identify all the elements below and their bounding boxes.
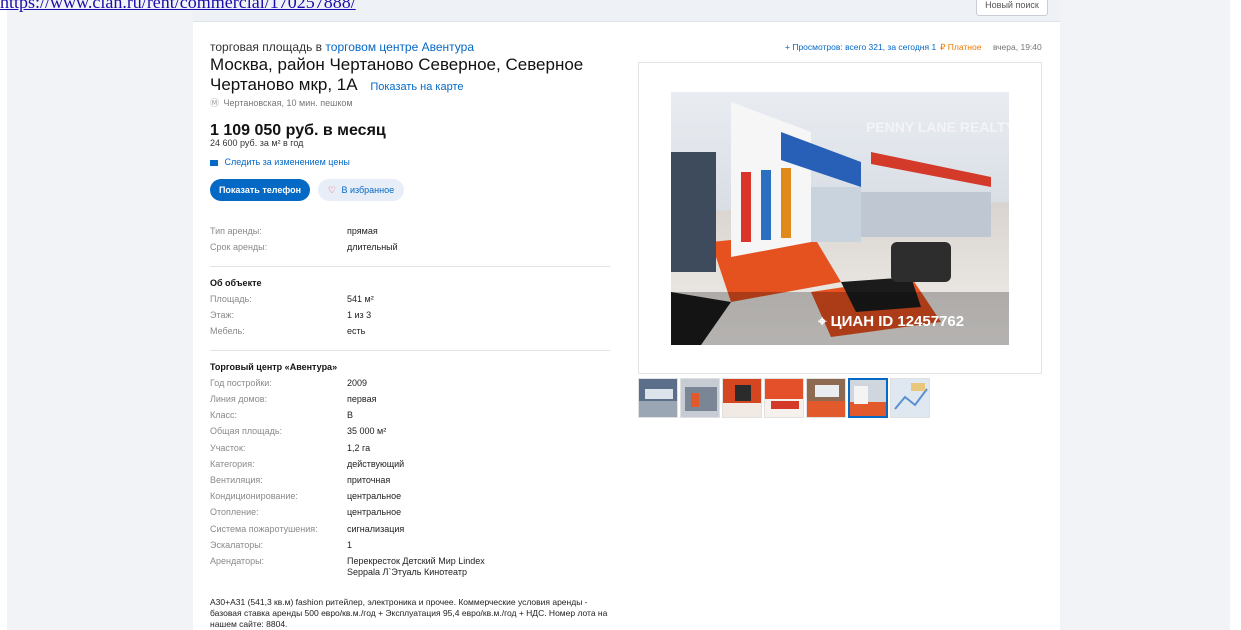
mall-link[interactable]: торговом центре Авентура (325, 40, 474, 54)
param-value: 1 (347, 540, 353, 550)
tenants-line: Перекресток Детский Мир Lindex (347, 556, 485, 566)
param-key: Класс: (210, 410, 237, 420)
cian-id-label: ⌖ ЦИАН ID 12457762 (818, 313, 964, 330)
param-value: прямая (347, 226, 378, 236)
section-divider (210, 266, 610, 267)
paid-badge: ₽ Платное (940, 42, 981, 53)
location-pin-icon: ⌖ (818, 313, 827, 330)
param-key: Категория: (210, 459, 255, 469)
plus-icon: + (785, 42, 790, 52)
listing-description: А30+А31 (541,3 кв.м) fashion ритейлер, э… (210, 597, 608, 629)
metro-info: Ⓜ Чертановская, 10 мин. пешком (210, 96, 353, 109)
mall-interior-image: PENNY LANE REALTY (671, 92, 1009, 345)
watch-price-link[interactable]: Следить за изменением цены (210, 157, 350, 167)
param-value: центральное (347, 507, 402, 517)
price-per-m2: 24 600 руб. за м² в год (210, 138, 304, 148)
photo-thumbnail-active[interactable] (848, 378, 888, 418)
watch-price-label: Следить за изменением цены (224, 157, 350, 167)
param-value: 541 м² (347, 294, 374, 304)
photo-thumbnail[interactable] (638, 378, 678, 418)
param-value: первая (347, 394, 377, 404)
show-phone-button[interactable]: Показать телефон (210, 179, 310, 201)
param-value: приточная (347, 475, 391, 485)
metro-icon: Ⓜ (210, 98, 220, 108)
param-key: Участок: (210, 443, 246, 453)
param-value: 35 000 м² (347, 426, 387, 436)
photo-thumbnails (638, 378, 930, 418)
param-key: Этаж: (210, 310, 235, 320)
param-value: сигнализация (347, 524, 405, 534)
views-text: Просмотров: всего 321, за сегодня 1 (792, 42, 937, 52)
photo-thumbnail[interactable] (806, 378, 846, 418)
object-section-title: Об объекте (210, 278, 262, 288)
views-counter[interactable]: + Просмотров: всего 321, за сегодня 1 (785, 42, 936, 52)
param-key: Площадь: (210, 294, 252, 304)
param-value: действующий (347, 459, 405, 469)
ruble-icon: ₽ (940, 42, 946, 52)
param-value: 1,2 га (347, 443, 371, 453)
new-search-button[interactable]: Новый поиск (976, 0, 1048, 16)
add-favorite-button[interactable]: ♡ В избранное (318, 179, 404, 201)
cian-id-text: ЦИАН ID 12457762 (830, 313, 965, 330)
envelope-icon (210, 159, 218, 166)
publish-date: вчера, 19:40 (993, 42, 1042, 52)
param-key: Кондиционирование: (210, 491, 298, 501)
photo-thumbnail[interactable] (764, 378, 804, 418)
param-value: 2009 (347, 378, 368, 388)
param-value: B (347, 410, 354, 420)
param-key: Тип аренды: (210, 226, 262, 236)
param-value: 1 из 3 (347, 310, 372, 320)
param-key: Срок аренды: (210, 242, 268, 252)
tenants-value: Перекресток Детский Мир Lindex Seppala Л… (347, 556, 607, 578)
heart-icon: ♡ (327, 185, 336, 195)
param-key: Система пожаротушения: (210, 524, 318, 534)
photo-thumbnail[interactable] (680, 378, 720, 418)
param-key: Эскалаторы: (210, 540, 264, 550)
show-on-map-link[interactable]: Показать на карте (370, 81, 463, 93)
listing-type-line: торговая площадь в торговом центре Авент… (210, 40, 474, 54)
param-key: Арендаторы: (210, 556, 265, 566)
param-key: Общая площадь: (210, 426, 283, 436)
param-value: длительный (347, 242, 398, 252)
paid-text: Платное (947, 42, 982, 52)
param-value: центральное (347, 491, 402, 501)
metro-text: Чертановская, 10 мин. пешком (223, 98, 353, 108)
param-key: Отопление: (210, 507, 259, 517)
param-key: Линия домов: (210, 394, 268, 404)
listing-type-prefix: торговая площадь в (210, 40, 323, 54)
param-key: Вентиляция: (210, 475, 263, 485)
main-photo[interactable]: PENNY LANE REALTY (671, 92, 1009, 345)
page-url-link[interactable]: https://www.cian.ru/rent/commercial/1702… (0, 0, 356, 13)
section-divider (210, 350, 610, 351)
address-title: Москва, район Чертаново Северное, Северн… (210, 55, 640, 97)
favorite-label: В избранное (341, 185, 395, 195)
tenants-line: Seppala Л`Этуаль Кинотеатр (347, 567, 467, 577)
photo-watermark: PENNY LANE REALTY (866, 119, 1009, 135)
param-key: Год постройки: (210, 378, 272, 388)
photo-thumbnail[interactable] (890, 378, 930, 418)
photo-thumbnail[interactable] (722, 378, 762, 418)
param-value: есть (347, 326, 366, 336)
param-key: Мебель: (210, 326, 245, 336)
mall-section-title: Торговый центр «Авентура» (210, 362, 338, 372)
